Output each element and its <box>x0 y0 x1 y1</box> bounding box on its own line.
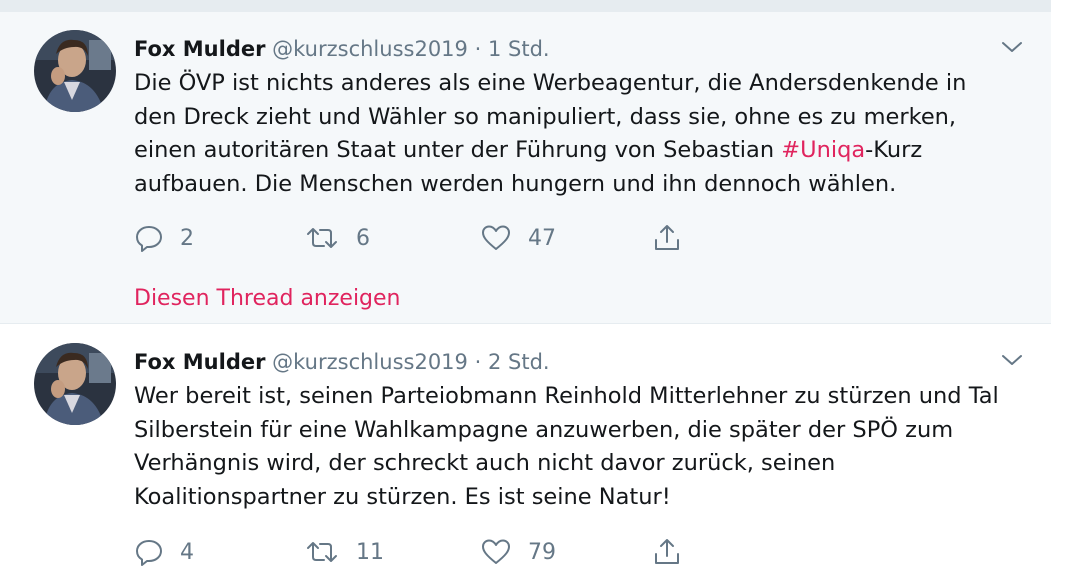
like-button[interactable]: 47 <box>480 222 556 254</box>
separator-dot: · <box>474 37 482 61</box>
reply-button[interactable]: 2 <box>134 222 194 254</box>
timeline: Fox Mulder @kurzschluss2019 · 1 Std. Die… <box>0 0 1051 586</box>
retweet-icon <box>304 223 340 253</box>
tweet-actions: 2 6 47 <box>134 222 734 254</box>
author-handle[interactable]: @kurzschluss2019 <box>272 37 468 61</box>
tweet[interactable]: Fox Mulder @kurzschluss2019 · 2 Std. Wer… <box>0 325 1051 586</box>
share-button[interactable] <box>652 222 682 254</box>
reply-icon <box>134 223 164 253</box>
reply-count: 2 <box>180 225 194 251</box>
author-name[interactable]: Fox Mulder <box>134 350 265 374</box>
retweet-button[interactable]: 6 <box>304 222 370 254</box>
tweet-text: Wer bereit ist, seinen Parteiobmann Rein… <box>134 383 999 510</box>
avatar[interactable] <box>34 30 116 112</box>
retweet-icon <box>304 537 340 567</box>
separator-dot: · <box>474 350 482 374</box>
timestamp[interactable]: 1 Std. <box>488 37 550 61</box>
reply-count: 4 <box>180 539 194 565</box>
author-name[interactable]: Fox Mulder <box>134 37 265 61</box>
retweet-count: 11 <box>356 539 384 565</box>
author-handle[interactable]: @kurzschluss2019 <box>272 350 468 374</box>
retweet-count: 6 <box>356 225 370 251</box>
tweet-text: Die ÖVP ist nichts anderes als eine Werb… <box>134 67 1034 201</box>
retweet-button[interactable]: 11 <box>304 536 384 568</box>
share-icon <box>652 223 682 253</box>
tweet-header: Fox Mulder @kurzschluss2019 · 2 Std. <box>134 349 550 375</box>
like-count: 47 <box>528 225 556 251</box>
tweet[interactable]: Fox Mulder @kurzschluss2019 · 1 Std. Die… <box>0 12 1051 324</box>
tweet-header: Fox Mulder @kurzschluss2019 · 1 Std. <box>134 36 550 62</box>
like-icon <box>480 223 512 253</box>
timeline-top-divider <box>0 0 1051 12</box>
like-icon <box>480 537 512 567</box>
like-count: 79 <box>528 539 556 565</box>
share-button[interactable] <box>652 536 682 568</box>
scrollbar-gutter[interactable] <box>1051 0 1069 586</box>
avatar[interactable] <box>34 343 116 425</box>
share-icon <box>652 537 682 567</box>
chevron-down-icon[interactable] <box>1000 38 1024 56</box>
hashtag-link[interactable]: #Uniqa <box>781 137 865 163</box>
reply-icon <box>134 537 164 567</box>
show-thread-link[interactable]: Diesen Thread anzeigen <box>134 284 401 314</box>
timestamp[interactable]: 2 Std. <box>488 350 550 374</box>
tweet-actions: 4 11 79 <box>134 536 734 568</box>
like-button[interactable]: 79 <box>480 536 556 568</box>
chevron-down-icon[interactable] <box>1000 351 1024 369</box>
reply-button[interactable]: 4 <box>134 536 194 568</box>
